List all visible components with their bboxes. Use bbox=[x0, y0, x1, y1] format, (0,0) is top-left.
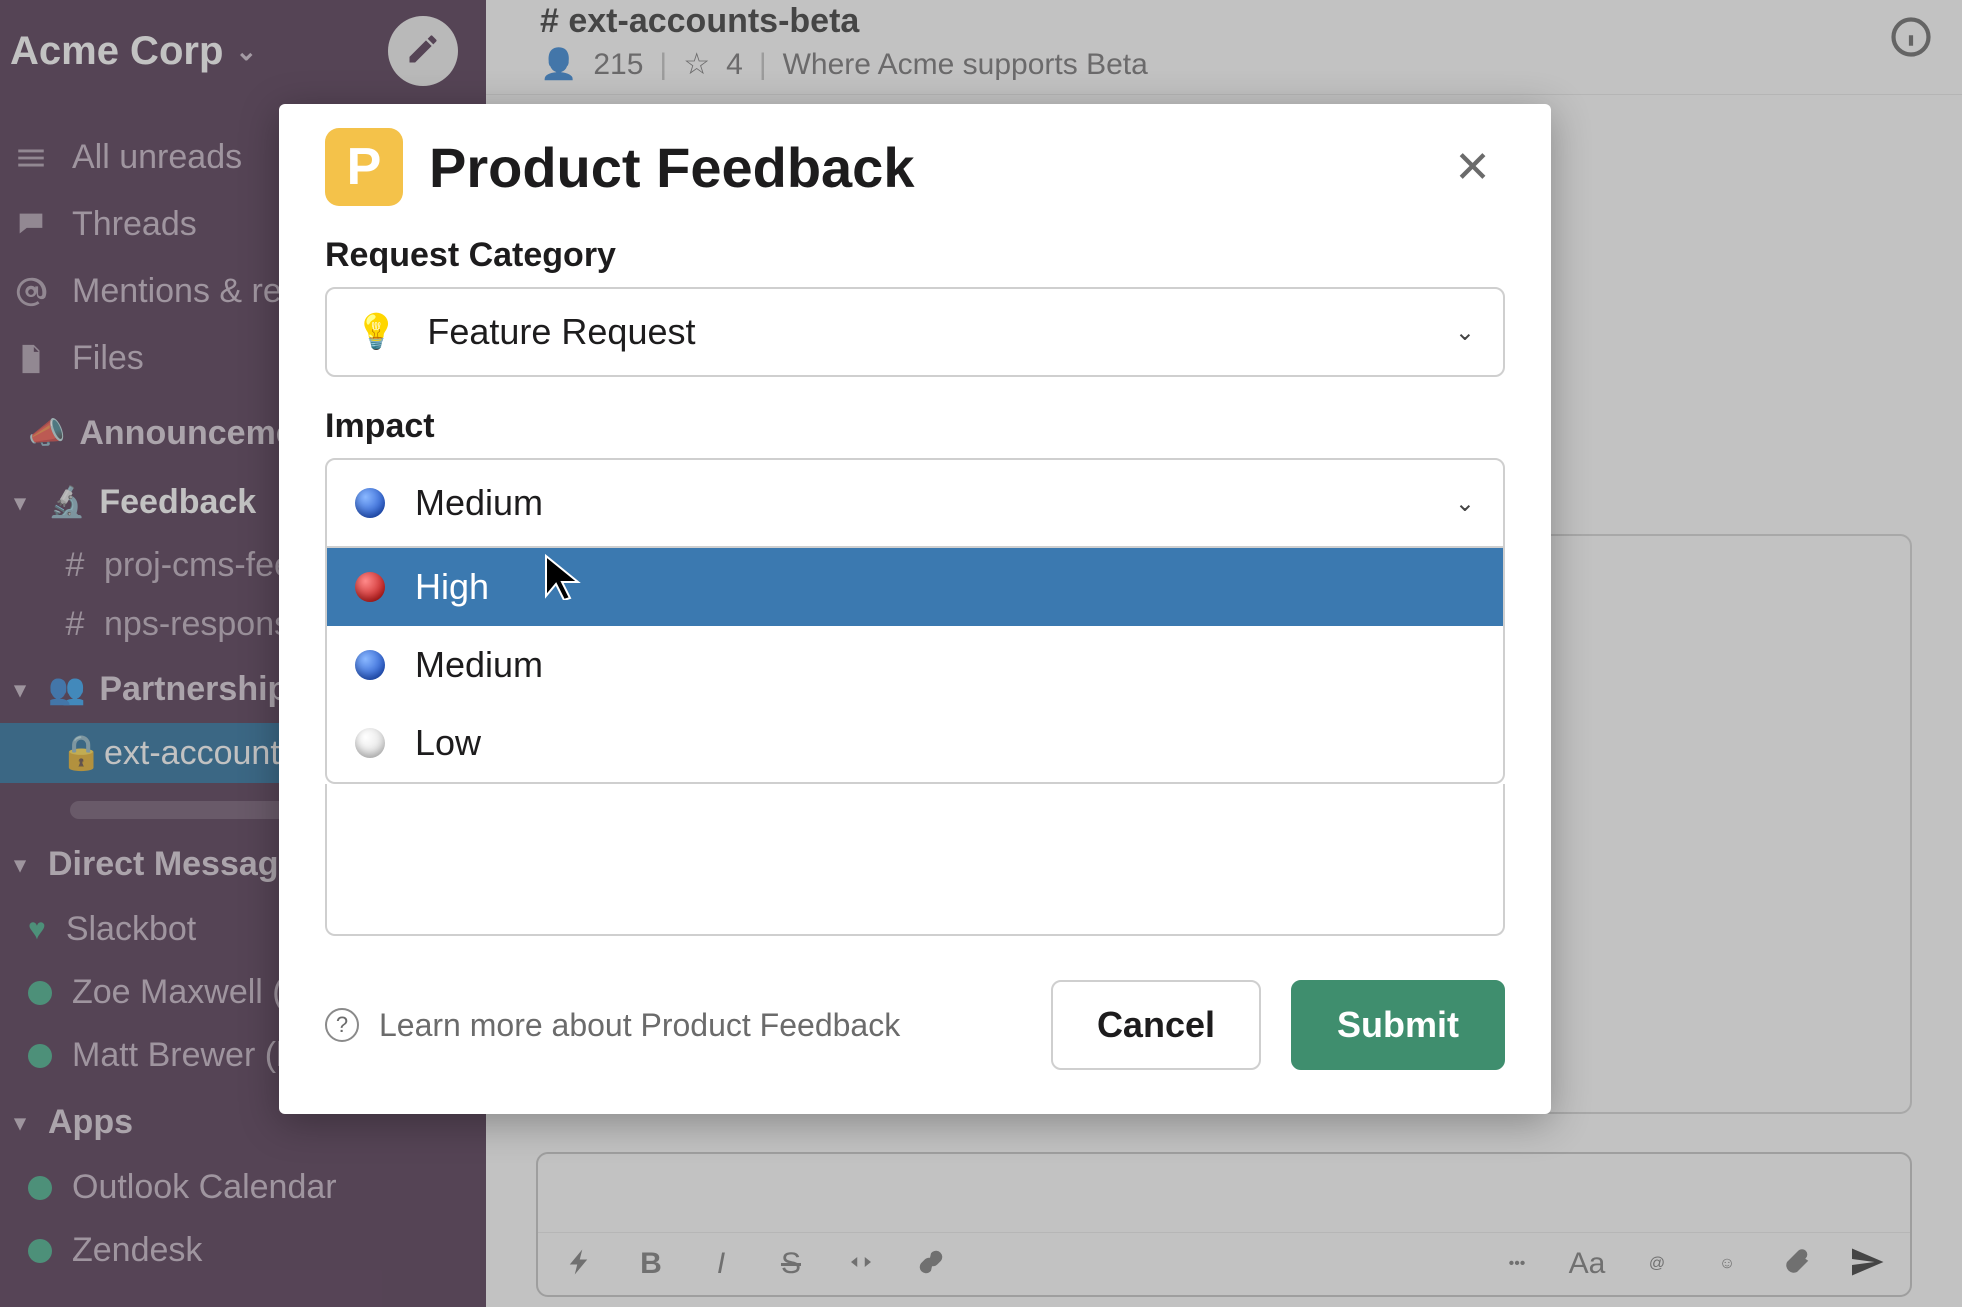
impact-option-medium[interactable]: Medium bbox=[327, 626, 1503, 704]
chevron-down-icon: ⌄ bbox=[1455, 489, 1475, 518]
close-icon: ✕ bbox=[1454, 143, 1491, 192]
request-category-select[interactable]: 💡 Feature Request ⌄ bbox=[325, 287, 1505, 377]
modal-title: Product Feedback bbox=[429, 135, 914, 200]
option-label: High bbox=[415, 566, 489, 608]
impact-option-high[interactable]: High bbox=[327, 548, 1503, 626]
submit-label: Submit bbox=[1337, 1004, 1459, 1045]
blue-dot-icon bbox=[355, 650, 385, 680]
request-category-label: Request Category bbox=[325, 236, 1505, 275]
product-feedback-modal: P Product Feedback ✕ Request Category 💡 … bbox=[279, 104, 1551, 1114]
learn-more-link[interactable]: ? Learn more about Product Feedback bbox=[325, 1007, 900, 1044]
cancel-label: Cancel bbox=[1097, 1004, 1215, 1045]
lightbulb-icon: 💡 bbox=[355, 312, 397, 352]
learn-more-label: Learn more about Product Feedback bbox=[379, 1007, 900, 1044]
option-label: Low bbox=[415, 722, 481, 764]
cancel-button[interactable]: Cancel bbox=[1051, 980, 1261, 1070]
option-label: Medium bbox=[415, 644, 543, 686]
impact-select[interactable]: Medium ⌄ bbox=[325, 458, 1505, 548]
impact-label: Impact bbox=[325, 407, 1505, 446]
chevron-down-icon: ⌄ bbox=[1455, 318, 1475, 347]
feedback-textarea[interactable] bbox=[325, 784, 1505, 936]
app-badge-letter: P bbox=[347, 137, 382, 197]
impact-value: Medium bbox=[415, 482, 543, 524]
help-icon: ? bbox=[325, 1008, 359, 1042]
app-badge: P bbox=[325, 128, 403, 206]
impact-dropdown: High Medium Low bbox=[325, 548, 1505, 784]
red-dot-icon bbox=[355, 572, 385, 602]
white-dot-icon bbox=[355, 728, 385, 758]
close-button[interactable]: ✕ bbox=[1440, 134, 1505, 201]
blue-dot-icon bbox=[355, 488, 385, 518]
impact-option-low[interactable]: Low bbox=[327, 704, 1503, 782]
submit-button[interactable]: Submit bbox=[1291, 980, 1505, 1070]
request-category-value: Feature Request bbox=[427, 311, 695, 353]
